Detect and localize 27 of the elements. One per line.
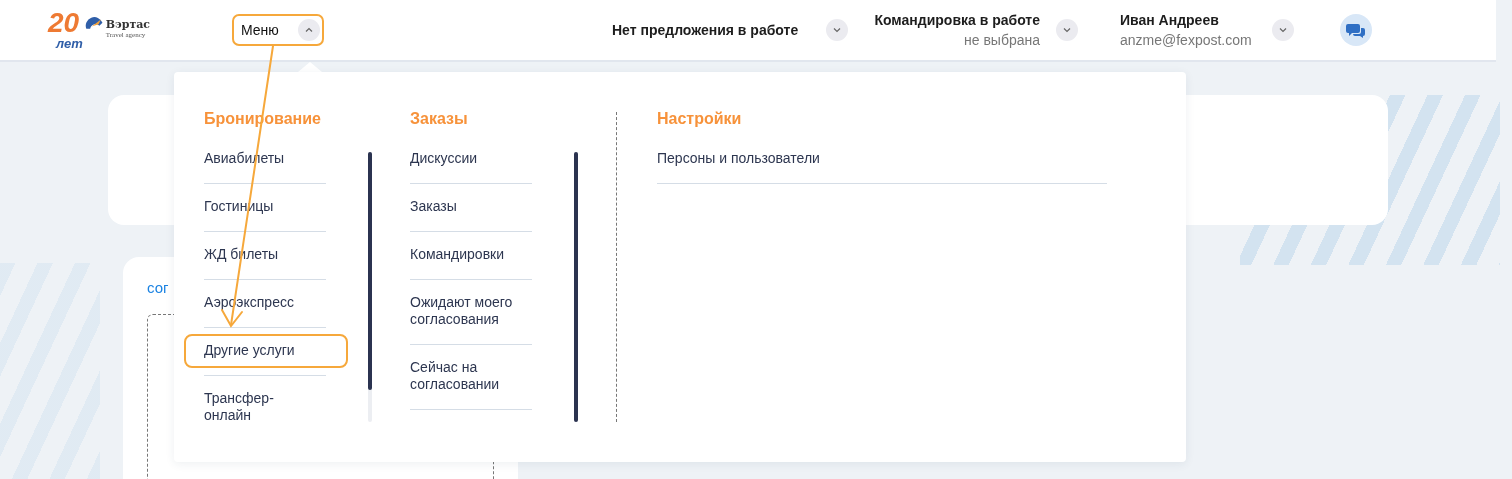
user-name: Иван Андреев xyxy=(1120,12,1220,28)
menu-item[interactable]: Дискуссии xyxy=(390,142,554,176)
scrollbar[interactable] xyxy=(574,152,578,422)
card-heading: сог xyxy=(147,279,170,296)
chevron-icon[interactable] xyxy=(1056,19,1078,41)
logo-badge-number: 20 xyxy=(48,9,80,37)
menu-item[interactable]: Персоны и пользователи xyxy=(637,142,1129,176)
menu-section-title: Заказы xyxy=(410,109,469,129)
chevron-icon xyxy=(298,19,320,41)
menu-item[interactable]: Трансфер-онлайн xyxy=(184,382,348,426)
chevron-icon[interactable] xyxy=(826,19,848,41)
offer-status: Нет предложения в работе xyxy=(612,22,800,38)
menu-item[interactable]: Заказы xyxy=(390,190,554,224)
chevron-icon[interactable] xyxy=(1272,19,1294,41)
menu-button[interactable]: Меню xyxy=(232,14,324,46)
chat-icon[interactable] xyxy=(1340,14,1372,46)
menu-item[interactable]: Ожидают моего согласования xyxy=(390,286,554,337)
user-email: anzme@fexpost.com xyxy=(1120,32,1253,48)
menu-item[interactable]: Сейчас на согласовании xyxy=(390,351,554,402)
trip-value: не выбрана xyxy=(964,32,1040,48)
menu-item[interactable]: Командировки xyxy=(390,238,554,272)
logo-name: Вэртас xyxy=(105,17,151,31)
trip-label: Командировка в работе xyxy=(874,12,1040,28)
menu-section-title: Настройки xyxy=(657,109,743,129)
menu-item[interactable]: Другие услуги xyxy=(184,334,348,368)
scrollbar[interactable] xyxy=(368,152,372,422)
logo-badge-text: лет xyxy=(56,37,83,51)
